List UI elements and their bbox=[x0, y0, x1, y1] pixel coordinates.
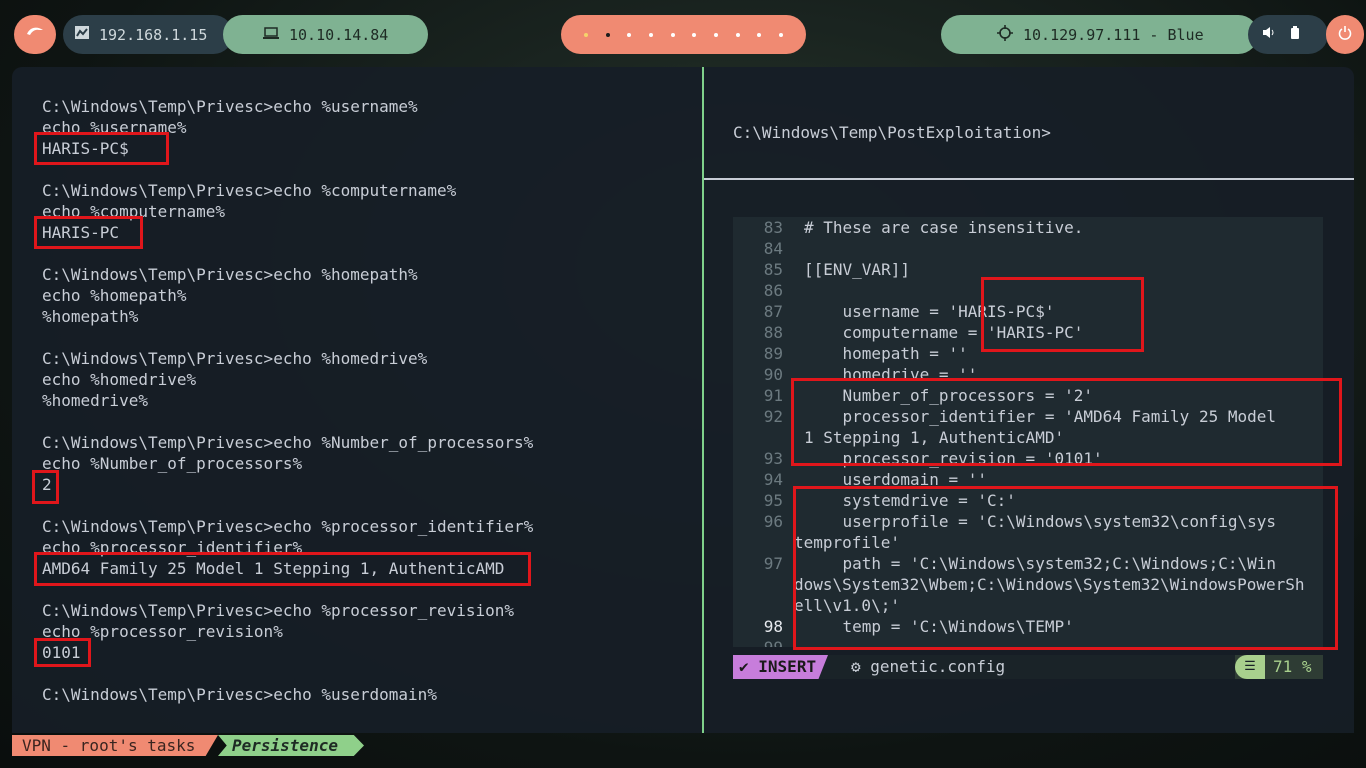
line-number: 90 bbox=[763, 365, 783, 384]
kali-logo-button[interactable] bbox=[14, 15, 56, 54]
line-number: 98 bbox=[763, 617, 783, 636]
line-number: 96 bbox=[763, 512, 783, 531]
filename-text: genetic.config bbox=[870, 657, 1006, 676]
left-terminal-pane[interactable]: C:\Windows\Temp\Privesc>echo %username% … bbox=[12, 67, 702, 733]
highlight-box-processors bbox=[32, 470, 59, 504]
terminal-line: C:\Windows\Temp\Privesc>echo %Number_of_… bbox=[42, 433, 534, 452]
workspace-dot[interactable] bbox=[713, 32, 718, 37]
mode-text: INSERT bbox=[758, 657, 817, 676]
scroll-percent-indicator: ☰ 71 % bbox=[1235, 655, 1323, 679]
tmux-session-tab[interactable]: VPN - root's tasks bbox=[12, 735, 218, 756]
vim-statusline: ✔ INSERT ⚙ genetic.config ☰ 71 % bbox=[733, 655, 1323, 679]
terminal-line: C:\Windows\Temp\Privesc>echo %userdomain… bbox=[42, 685, 437, 704]
host-ip-widget: 192.168.1.15 bbox=[63, 15, 233, 54]
highlight-box-computername bbox=[34, 216, 143, 249]
workspace-dot[interactable] bbox=[692, 32, 697, 37]
terminal-line: echo %homedrive% bbox=[42, 370, 197, 389]
line-number: 92 bbox=[763, 407, 783, 426]
monitor-chart-icon bbox=[75, 26, 89, 43]
terminal-line: C:\Windows\Temp\Privesc>echo %processor_… bbox=[42, 517, 534, 536]
filename-indicator: ⚙ genetic.config bbox=[851, 655, 1005, 679]
terminal-line: echo %Number_of_processors% bbox=[42, 454, 303, 473]
vpn-ip-text: 10.10.14.84 bbox=[289, 25, 389, 44]
line-number: 95 bbox=[763, 491, 783, 510]
target-widget: 10.129.97.111 - Blue bbox=[941, 15, 1258, 54]
line-text: [[ENV_VAR]] bbox=[804, 260, 910, 279]
target-text: 10.129.97.111 - Blue bbox=[1023, 25, 1204, 44]
line-number: 84 bbox=[763, 239, 783, 258]
horizontal-pane-divider[interactable] bbox=[704, 178, 1354, 180]
vpn-ip-widget: 10.10.14.84 bbox=[223, 15, 428, 54]
workspace-dot[interactable] bbox=[648, 32, 653, 37]
line-number: 91 bbox=[763, 386, 783, 405]
line-number: 89 bbox=[763, 344, 783, 363]
workspace-dot[interactable] bbox=[627, 32, 632, 37]
line-number: 93 bbox=[763, 449, 783, 468]
crosshair-icon bbox=[997, 24, 1013, 45]
workspace-switcher[interactable] bbox=[561, 15, 806, 54]
highlight-box-system-paths bbox=[793, 486, 1338, 650]
power-button[interactable] bbox=[1326, 15, 1364, 54]
workspace-dot[interactable] bbox=[779, 32, 784, 37]
laptop-icon bbox=[263, 26, 279, 43]
dragon-logo-icon bbox=[25, 24, 45, 45]
battery-icon[interactable] bbox=[1291, 26, 1299, 43]
line-number: 86 bbox=[763, 281, 783, 300]
workspace-dot[interactable] bbox=[735, 32, 740, 37]
terminal-line: C:\Windows\Temp\Privesc>echo %homedrive% bbox=[42, 349, 428, 368]
line-number: 99 bbox=[733, 637, 783, 647]
highlight-box-processor-identifier bbox=[34, 552, 531, 586]
workspace-dot-active[interactable] bbox=[605, 32, 610, 37]
terminal-line: C:\Windows\Temp\Privesc>echo %computerna… bbox=[42, 181, 457, 200]
terminal-line: C:\Windows\Temp\Privesc>echo %username% bbox=[42, 97, 418, 116]
top-status-bar: 192.168.1.15 10.10.14.84 10.129.97.111 -… bbox=[0, 0, 1366, 68]
line-number: 94 bbox=[763, 470, 783, 489]
vim-logo-icon: ✔ bbox=[739, 657, 749, 676]
terminal-line: %homepath% bbox=[42, 307, 139, 326]
host-ip-text: 192.168.1.15 bbox=[99, 25, 208, 44]
system-tray bbox=[1248, 15, 1328, 54]
line-number: 83 bbox=[763, 218, 783, 237]
line-number: 88 bbox=[763, 323, 783, 342]
line-number: 85 bbox=[763, 260, 783, 279]
terminal-window: C:\Windows\Temp\Privesc>echo %username% … bbox=[12, 67, 1354, 733]
highlight-box-username-computername bbox=[981, 277, 1144, 352]
workspace-dot[interactable] bbox=[670, 32, 675, 37]
highlight-box-processor-revision bbox=[34, 638, 91, 667]
right-terminal-pane[interactable]: C:\Windows\Temp\PostExploitation> 83 # Th… bbox=[704, 67, 1354, 733]
vim-mode-indicator: ✔ INSERT bbox=[733, 655, 828, 679]
terminal-line: C:\Windows\Temp\Privesc>echo %processor_… bbox=[42, 601, 515, 620]
line-text: homepath = '' bbox=[804, 344, 968, 363]
terminal-line: echo %homepath% bbox=[42, 286, 187, 305]
highlight-box-username bbox=[34, 132, 169, 165]
workspace-dot[interactable] bbox=[757, 32, 762, 37]
line-number: 87 bbox=[763, 302, 783, 321]
power-icon bbox=[1338, 25, 1352, 44]
right-prompt: C:\Windows\Temp\PostExploitation> bbox=[733, 123, 1051, 142]
terminal-line: %homedrive% bbox=[42, 391, 148, 410]
volume-icon[interactable] bbox=[1263, 27, 1275, 42]
terminal-line: C:\Windows\Temp\Privesc>echo %homepath% bbox=[42, 265, 418, 284]
percent-text: 71 % bbox=[1273, 657, 1312, 676]
workspace-dot[interactable] bbox=[583, 32, 588, 37]
tmux-window-tab[interactable]: Persistence bbox=[218, 735, 364, 756]
line-number: 97 bbox=[763, 554, 783, 573]
line-text: # These are case insensitive. bbox=[804, 218, 1084, 237]
highlight-box-processor-info bbox=[791, 378, 1342, 466]
lines-icon: ☰ bbox=[1235, 655, 1265, 679]
gear-icon: ⚙ bbox=[851, 657, 861, 676]
